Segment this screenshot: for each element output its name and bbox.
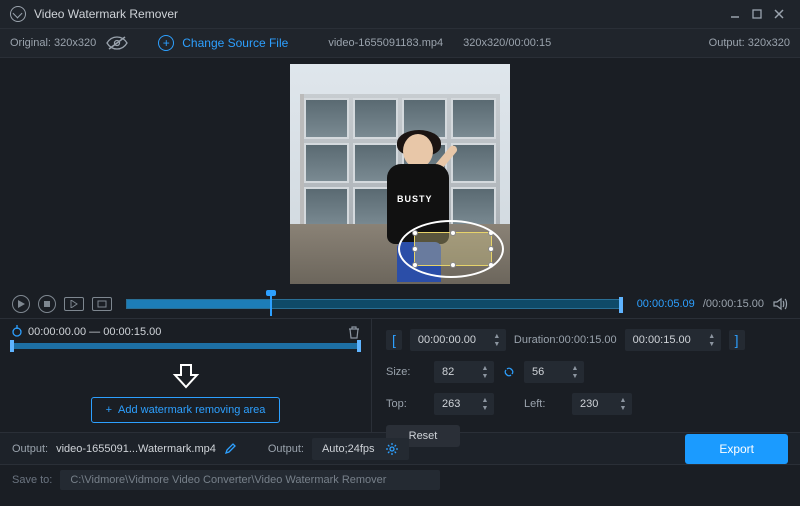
segment-range: 00:00:00.00 — 00:00:15.00: [28, 326, 161, 338]
save-to-label: Save to:: [12, 474, 52, 486]
plus-icon: +: [106, 404, 112, 416]
save-bar: Save to: C:\Vidmore\Vidmore Video Conver…: [0, 464, 800, 494]
playback-timeline[interactable]: [126, 299, 623, 309]
output-format-value: Auto;24fps: [322, 443, 375, 455]
set-start-button[interactable]: [: [386, 330, 402, 350]
segment-row[interactable]: 00:00:00.00 — 00:00:15.00: [10, 325, 361, 339]
preview-stage: BUSTY: [0, 58, 800, 290]
parameters-panel: [ 00:00:00.00▲▼ Duration:00:00:15.00 00:…: [372, 319, 800, 432]
size-label: Size:: [386, 366, 426, 378]
maximize-button[interactable]: [746, 3, 768, 25]
title-bar: Video Watermark Remover: [0, 0, 800, 28]
add-watermark-area-button[interactable]: + Add watermark removing area: [91, 397, 281, 423]
start-time-field[interactable]: 00:00:00.00▲▼: [410, 329, 506, 351]
step-frame-button[interactable]: [64, 297, 84, 311]
app-title: Video Watermark Remover: [34, 7, 178, 21]
output-dimensions: Output: 320x320: [709, 37, 790, 49]
watermark-selection-box[interactable]: [414, 232, 492, 266]
app-logo-icon: [10, 6, 26, 22]
info-bar: Original: 320x320 + Change Source File v…: [0, 28, 800, 58]
link-aspect-icon[interactable]: [502, 365, 516, 379]
delete-segment-button[interactable]: [347, 325, 361, 339]
end-time-field[interactable]: 00:00:15.00▲▼: [625, 329, 721, 351]
output-filename: video-1655091...Watermark.mp4: [56, 443, 216, 455]
play-button[interactable]: [12, 295, 30, 313]
duration-label: Duration:00:00:15.00: [514, 334, 617, 346]
output-format-label: Output:: [268, 443, 304, 455]
preview-toggle-icon[interactable]: [106, 36, 128, 50]
minimize-button[interactable]: [724, 3, 746, 25]
volume-icon[interactable]: [772, 296, 788, 312]
size-width-field[interactable]: 82▲▼: [434, 361, 494, 383]
spin-up[interactable]: ▲: [707, 332, 717, 340]
change-source-button[interactable]: + Change Source File: [158, 35, 288, 51]
total-time: /00:00:15.00: [703, 298, 764, 310]
output-file-label: Output:: [12, 443, 48, 455]
stop-button[interactable]: [38, 295, 56, 313]
top-field[interactable]: 263▲▼: [434, 393, 494, 415]
output-format-select[interactable]: Auto;24fps: [312, 438, 409, 460]
segment-marker-icon: [10, 325, 24, 339]
left-field[interactable]: 230▲▼: [572, 393, 632, 415]
plus-circle-icon: +: [158, 35, 174, 51]
set-end-button[interactable]: ]: [729, 330, 745, 350]
snapshot-button[interactable]: [92, 297, 112, 311]
rename-output-button[interactable]: [224, 443, 236, 455]
left-label: Left:: [524, 398, 564, 410]
original-label: Original: 320x320: [10, 37, 96, 49]
export-button[interactable]: Export: [685, 434, 788, 464]
add-area-label: Add watermark removing area: [118, 404, 265, 416]
video-preview[interactable]: BUSTY: [290, 64, 510, 284]
source-filename: video-1655091183.mp4: [328, 37, 443, 49]
size-height-field[interactable]: 56▲▼: [524, 361, 584, 383]
arrow-down-icon: [171, 363, 201, 389]
source-dimensions: 320x320/00:00:15: [463, 37, 551, 49]
playback-controls: 00:00:05.09/00:00:15.00: [0, 290, 800, 318]
segments-panel: 00:00:00.00 — 00:00:15.00 + Add watermar…: [0, 319, 372, 432]
current-time: 00:00:05.09: [637, 298, 695, 310]
segment-bar[interactable]: [10, 343, 361, 349]
spin-up[interactable]: ▲: [492, 332, 502, 340]
playhead[interactable]: [270, 294, 272, 316]
change-source-label: Change Source File: [182, 36, 288, 50]
top-label: Top:: [386, 398, 426, 410]
close-button[interactable]: [768, 3, 790, 25]
spin-down[interactable]: ▼: [707, 340, 717, 348]
spin-down[interactable]: ▼: [492, 340, 502, 348]
save-path-field[interactable]: C:\Vidmore\Vidmore Video Converter\Video…: [60, 470, 440, 490]
gear-icon[interactable]: [385, 442, 399, 456]
shirt-text: BUSTY: [397, 194, 433, 204]
